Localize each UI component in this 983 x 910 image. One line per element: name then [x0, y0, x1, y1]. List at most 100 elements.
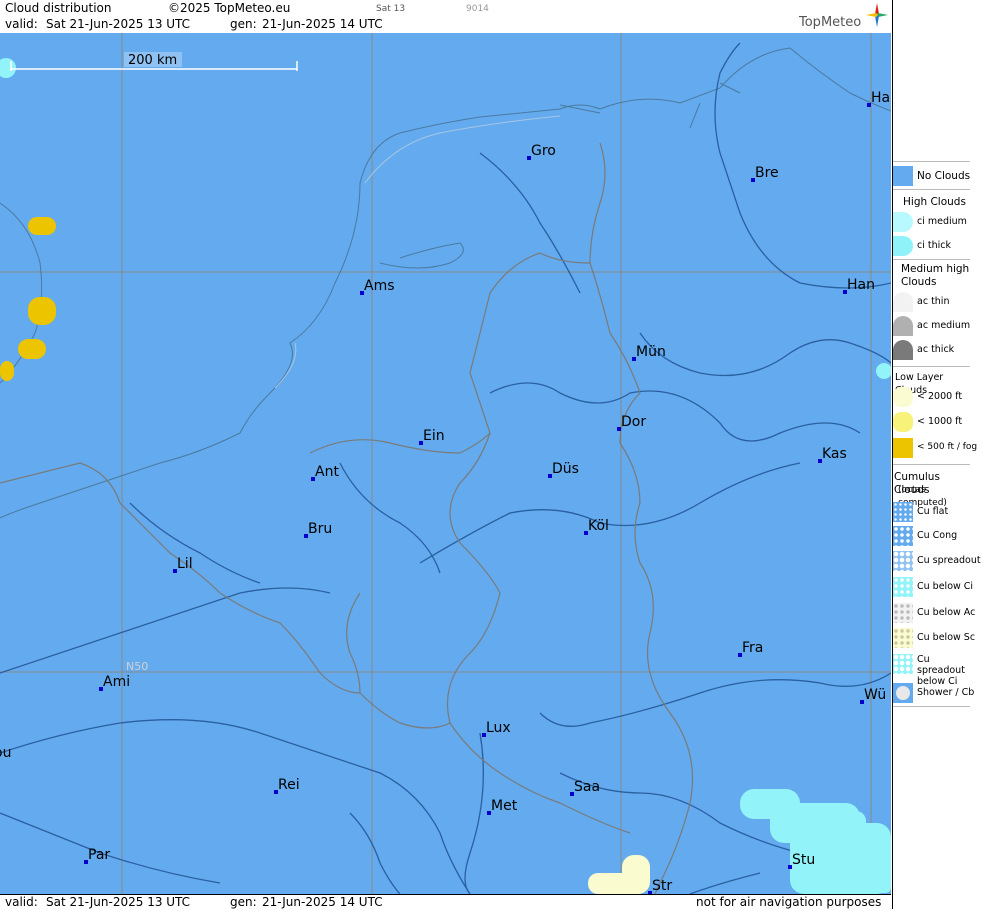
low-500-swatch: [893, 438, 913, 458]
city-label: Ami: [103, 674, 130, 690]
city-label: Ha: [871, 90, 890, 106]
city-label: Düs: [552, 461, 579, 477]
city-marker: Düs: [548, 461, 579, 478]
city-marker: Han: [843, 277, 875, 294]
low-clouds-2000-area: [588, 855, 650, 894]
legend-low-2000: < 2000 ft: [893, 387, 983, 409]
city-label: Han: [847, 277, 875, 293]
city-label: Köl: [588, 518, 609, 534]
city-label: Fra: [742, 640, 763, 656]
graticule: [0, 33, 891, 894]
gen-time: 21-Jun-2025 14 UTC: [262, 17, 383, 31]
city-marker: Ant: [311, 464, 339, 481]
cu-below-sc-swatch: [893, 628, 913, 648]
city-marker: Par: [84, 847, 110, 864]
city-marker: Bru: [304, 521, 332, 538]
city-label: Lil: [177, 556, 193, 572]
legend-cu-cong: Cu Cong: [893, 526, 983, 548]
compass-logo-icon: [866, 3, 888, 27]
city-label: Stu: [792, 852, 815, 868]
high-clouds-area: [0, 58, 891, 894]
city-label: Ams: [364, 278, 395, 294]
coastline: [0, 47, 891, 519]
city-label: Bre: [755, 165, 779, 181]
city-label: Rei: [278, 777, 300, 793]
cu-below-ac-swatch: [893, 603, 913, 623]
legend-separator: [893, 366, 970, 367]
cu-flat-swatch: [893, 502, 913, 522]
map-footer: valid: Sat 21-Jun-2025 13 UTC gen: 21-Ju…: [0, 894, 891, 910]
city-label: Ein: [423, 428, 445, 444]
ac-thick-swatch: [893, 340, 913, 360]
legend-ac-thick: ac thick: [893, 340, 983, 362]
cu-cong-swatch: [893, 526, 913, 546]
footer-gen-label: gen:: [230, 895, 257, 909]
footer-valid-time: Sat 21-Jun-2025 13 UTC: [46, 895, 191, 909]
city-label: Bru: [308, 521, 332, 537]
legend-cu-below-sc: Cu below Sc: [893, 628, 983, 650]
cloud-map[interactable]: N50 200 km Gro Bre Ha Ams Han Mün Dor Ei…: [0, 33, 891, 894]
city-marker: Met: [487, 798, 518, 815]
legend-no-clouds: No Clouds: [893, 166, 983, 188]
brand-name: TopMeteo: [799, 15, 862, 30]
city-marker: Fra: [738, 640, 763, 657]
city-label: Str: [652, 878, 672, 894]
legend-cu-below-ci: Cu below Ci: [893, 577, 983, 599]
city-label: Dor: [621, 414, 646, 430]
low-1000-swatch: [893, 412, 913, 432]
city-marker: Ams: [360, 278, 395, 295]
legend-high-heading: High Clouds: [903, 196, 966, 208]
city-marker: Dor: [617, 414, 646, 431]
legend-shower: Shower / Cb: [893, 683, 983, 705]
city-marker: Lil: [173, 556, 193, 573]
city-marker: Köl: [584, 518, 609, 535]
latitude-label: N50: [126, 660, 148, 673]
legend-low-1000: < 1000 ft: [893, 412, 983, 434]
legend-ci-thick: ci thick: [893, 236, 983, 258]
footer-gen-time: 21-Jun-2025 14 UTC: [262, 895, 383, 909]
city-label: Lux: [486, 720, 511, 736]
ac-thin-swatch: [893, 292, 913, 312]
city-label: Par: [88, 847, 110, 863]
city-marker: Kas: [818, 446, 847, 463]
city-marker: Wü: [860, 687, 886, 704]
ci-medium-swatch: [893, 212, 913, 232]
map-canvas: N50 200 km GroBreHaAms HanMünDorEinAnt D…: [0, 33, 891, 894]
city-marker: Mün: [632, 344, 666, 361]
city-label: Met: [491, 798, 518, 814]
city-marker: ou: [0, 745, 11, 761]
city-marker: Str: [648, 878, 672, 894]
legend-ac-thin: ac thin: [893, 292, 983, 314]
ci-thick-swatch: [893, 236, 913, 256]
cu-below-ci-swatch: [893, 577, 913, 597]
run-code: 9014: [466, 4, 489, 14]
legend-ci-medium: ci medium: [893, 212, 983, 234]
gen-label: gen:: [230, 17, 257, 31]
city-marker: Stu: [788, 852, 815, 869]
copyright: ©2025 TopMeteo.eu: [168, 1, 291, 15]
city-label: Mün: [636, 344, 666, 360]
cu-spreadout-swatch: [893, 551, 913, 571]
city-marker: Gro: [527, 143, 556, 160]
city-marker: Ha: [867, 90, 890, 107]
legend-separator: [893, 161, 970, 162]
product-code: Sat 13: [376, 4, 406, 14]
legend-cu-spreadout: Cu spreadout: [893, 551, 983, 573]
legend-medium-heading: Medium high Clouds: [901, 263, 970, 288]
legend-cu-flat: Cu flat: [893, 502, 983, 524]
city-label: Gro: [531, 143, 556, 159]
cu-spread-ci-swatch: [893, 654, 913, 674]
legend-cu-spread-ci: Cu spreadout below Ci: [893, 654, 983, 687]
valid-time: Sat 21-Jun-2025 13 UTC: [46, 17, 191, 31]
city-label: Saa: [574, 779, 600, 795]
city-label: ou: [0, 745, 11, 761]
legend-separator: [893, 464, 970, 465]
city-label: Kas: [822, 446, 847, 462]
city-marker: Lux: [482, 720, 511, 737]
footer-valid-label: valid:: [5, 895, 38, 909]
city-label: Ant: [315, 464, 339, 480]
legend-ac-medium: ac medium: [893, 316, 983, 338]
city-marker: Rei: [274, 777, 300, 794]
city-marker: Saa: [570, 779, 600, 796]
city-label: Wü: [864, 687, 886, 703]
